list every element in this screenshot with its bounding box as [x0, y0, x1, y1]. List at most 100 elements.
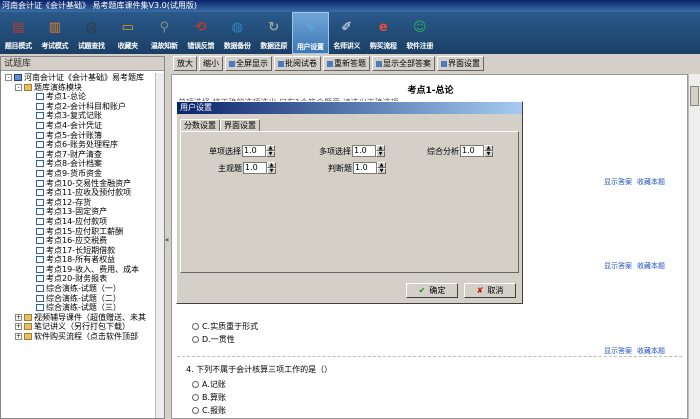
- tree-item[interactable]: 考点17-长短期借款: [1, 246, 156, 256]
- tree-item[interactable]: - 河南会计证《会计基础》易考题库: [1, 73, 156, 83]
- tree-item[interactable]: + 软件购买流程（点击软件顶部: [1, 332, 156, 342]
- show-answer-link[interactable]: 显示答案: [604, 346, 632, 356]
- tree-item-label: 考点16-应交税费: [46, 236, 108, 246]
- tree-item[interactable]: - 题库演练模块: [1, 83, 156, 93]
- spinner-value[interactable]: 1.0: [242, 145, 266, 157]
- tree-item[interactable]: 考点7-财产清查: [1, 150, 156, 160]
- option-c[interactable]: C.报账: [192, 405, 226, 416]
- tree-item[interactable]: 考点10-交易性金融资产: [1, 179, 156, 189]
- multiple-choice-score: 多项选择 1.0 ▲ ▼: [319, 145, 385, 157]
- document-icon: [36, 275, 44, 283]
- tree-item[interactable]: 考点13-固定资产: [1, 207, 156, 217]
- toolbar-button[interactable]: ◎ 试题查找: [73, 12, 110, 54]
- redo-icon: [327, 60, 333, 67]
- score-settings-panel: 单项选择 1.0 ▲ ▼ 多项选择 1.0 ▲ ▼ 综合分析 1.0 ▲ ▼ 主观题 1.0…: [180, 131, 519, 273]
- spin-down-icon[interactable]: ▼: [484, 151, 493, 157]
- spinner-value[interactable]: 1.0: [353, 162, 377, 174]
- toolbar-button[interactable]: e 购买流程: [365, 12, 402, 54]
- tree-item[interactable]: 考点15-应付职工薪酬: [1, 227, 156, 237]
- content-toolbar-button[interactable]: 放大: [173, 56, 197, 71]
- cancel-button[interactable]: ✘ 取消: [464, 283, 516, 298]
- tree-item[interactable]: 考点18-所有者权益: [1, 255, 156, 265]
- tree-scrollbar[interactable]: [155, 73, 164, 418]
- score-spinner[interactable]: 1.0 ▲ ▼: [242, 145, 275, 157]
- radio-button[interactable]: [192, 336, 199, 343]
- tree-item[interactable]: 考点2-会计科目和账户: [1, 102, 156, 112]
- expand-icon[interactable]: +: [15, 323, 22, 331]
- spin-down-icon[interactable]: ▼: [267, 168, 276, 174]
- content-toolbar-button[interactable]: 缩小: [199, 56, 223, 71]
- content-toolbar-button[interactable]: 批阅试卷: [274, 56, 321, 71]
- content-toolbar-button[interactable]: 界面设置: [437, 56, 484, 71]
- radio-button[interactable]: [192, 407, 199, 414]
- panel-collapse-button[interactable]: «: [165, 56, 170, 419]
- spinner-value[interactable]: 1.0: [243, 162, 267, 174]
- content-toolbar-button[interactable]: 显示全部答案: [372, 56, 435, 71]
- expand-icon[interactable]: +: [15, 313, 22, 321]
- toolbar-button[interactable]: ▥ 考试模式: [37, 12, 74, 54]
- toolbar-button[interactable]: ◍ 数据备份: [219, 12, 256, 54]
- tree-item[interactable]: 考点4-会计凭证: [1, 121, 156, 131]
- collapse-icon[interactable]: -: [15, 83, 22, 91]
- tab-score-settings[interactable]: 分数设置: [180, 119, 220, 131]
- toolbar-button[interactable]: ▭ 收藏夹: [110, 12, 147, 54]
- score-spinner[interactable]: 1.0 ▲ ▼: [353, 162, 386, 174]
- option-c[interactable]: C.实质重于形式: [192, 321, 258, 332]
- document-icon: [36, 237, 44, 245]
- spinner-value[interactable]: 1.0: [352, 145, 376, 157]
- tree-item[interactable]: 考点3-复式记账: [1, 111, 156, 121]
- ok-label: 确定: [429, 286, 446, 295]
- toolbar-button[interactable]: ⟲ 错误反馈: [183, 12, 220, 54]
- toolbar-button[interactable]: ↻ 数据还原: [256, 12, 293, 54]
- spin-down-icon[interactable]: ▼: [376, 151, 385, 157]
- show-answer-link[interactable]: 显示答案: [604, 177, 632, 187]
- document-icon: [36, 93, 44, 101]
- tree-item[interactable]: 考点5-会计账簿: [1, 131, 156, 141]
- tree-item[interactable]: 考点6-账务处理程序: [1, 140, 156, 150]
- tree-item[interactable]: 考点8-会计档案: [1, 159, 156, 169]
- favorite-link[interactable]: 收藏本题: [637, 261, 665, 271]
- toolbar-button[interactable]: ☺ 软件注册: [402, 12, 439, 54]
- spin-down-icon[interactable]: ▼: [266, 151, 275, 157]
- option-d[interactable]: D.一贯性: [192, 334, 235, 345]
- tree-item[interactable]: + 笔记讲义（另行打包下载）: [1, 322, 156, 332]
- content-toolbar-button[interactable]: 全屏显示: [225, 56, 272, 71]
- spinner-value[interactable]: 1.0: [460, 145, 484, 157]
- tree-item[interactable]: 考点14-应付款项: [1, 217, 156, 227]
- tree-item[interactable]: 考点12-存货: [1, 198, 156, 208]
- score-spinner[interactable]: 1.0 ▲ ▼: [460, 145, 493, 157]
- tree-item[interactable]: 考点11-应收及预付款项: [1, 188, 156, 198]
- favorite-link[interactable]: 收藏本题: [637, 346, 665, 356]
- favorite-link[interactable]: 收藏本题: [637, 177, 665, 187]
- toolbar-button[interactable]: ✎ 用户设置: [292, 12, 329, 54]
- score-spinner[interactable]: 1.0 ▲ ▼: [243, 162, 276, 174]
- tree-item[interactable]: 考点9-货币资金: [1, 169, 156, 179]
- show-answer-link[interactable]: 显示答案: [604, 261, 632, 271]
- option-b[interactable]: B.算账: [192, 392, 226, 403]
- radio-button[interactable]: [192, 323, 199, 330]
- toolbar-button[interactable]: ⚲ 温故知新: [146, 12, 183, 54]
- content-toolbar-button[interactable]: 重新答题: [323, 56, 370, 71]
- tree-item[interactable]: 综合演练-试题（二）: [1, 294, 156, 304]
- toolbar-button[interactable]: ✐ 名师讲义: [329, 12, 366, 54]
- expand-icon[interactable]: +: [15, 333, 22, 341]
- spin-down-icon[interactable]: ▼: [377, 168, 386, 174]
- radio-button[interactable]: [192, 381, 199, 388]
- toolbar-button[interactable]: ▤ 题目模式: [0, 12, 37, 54]
- score-spinner[interactable]: 1.0 ▲ ▼: [352, 145, 385, 157]
- tree-item[interactable]: 考点1-总论: [1, 92, 156, 102]
- tab-interface-settings[interactable]: 界面设置: [220, 119, 260, 131]
- tree-item[interactable]: + 视频辅导课件（超值赠送、未其: [1, 313, 156, 323]
- tree-item[interactable]: 综合演练-试题（一）: [1, 284, 156, 294]
- tree-item[interactable]: 考点16-应交税费: [1, 236, 156, 246]
- radio-button[interactable]: [192, 394, 199, 401]
- ok-button[interactable]: ✔ 确定: [406, 283, 458, 298]
- content-scrollbar[interactable]: [688, 74, 700, 419]
- tree-item-label: 考点5-会计账簿: [46, 130, 102, 140]
- tree-item[interactable]: 综合演练-试题（三）: [1, 303, 156, 313]
- option-a[interactable]: A.记账: [192, 379, 226, 390]
- collapse-icon[interactable]: -: [5, 74, 12, 81]
- scrollbar-thumb[interactable]: [690, 86, 699, 106]
- tree-item[interactable]: 考点20-财务报表: [1, 274, 156, 284]
- toolbar-button-label: 软件注册: [406, 42, 434, 50]
